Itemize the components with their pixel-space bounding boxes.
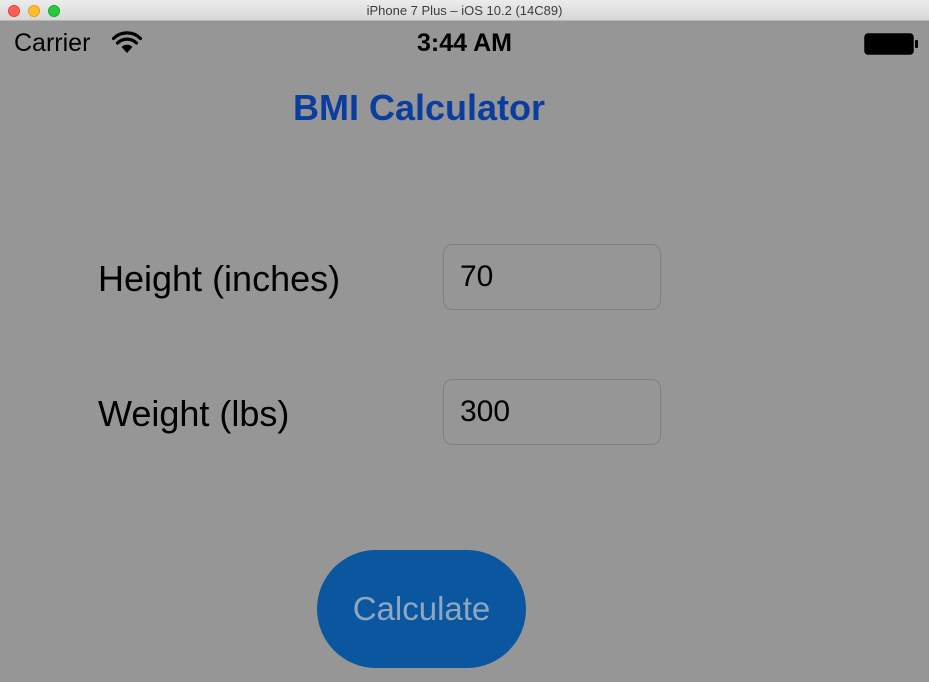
window-title: iPhone 7 Plus – iOS 10.2 (14C89) <box>366 3 563 18</box>
status-time: 3:44 AM <box>417 29 512 57</box>
weight-input[interactable] <box>443 379 661 445</box>
ios-status-bar: Carrier 3:44 AM <box>0 21 929 67</box>
calculate-button[interactable]: Calculate <box>317 550 526 668</box>
height-label: Height (inches) <box>98 258 341 299</box>
simulator-window: iPhone 7 Plus – iOS 10.2 (14C89) Carrier… <box>0 0 929 682</box>
height-input[interactable] <box>443 244 661 310</box>
battery-icon <box>864 33 918 55</box>
window-titlebar: iPhone 7 Plus – iOS 10.2 (14C89) <box>0 0 929 21</box>
page-title: BMI Calculator <box>292 87 546 128</box>
weight-label: Weight (lbs) <box>98 393 290 434</box>
